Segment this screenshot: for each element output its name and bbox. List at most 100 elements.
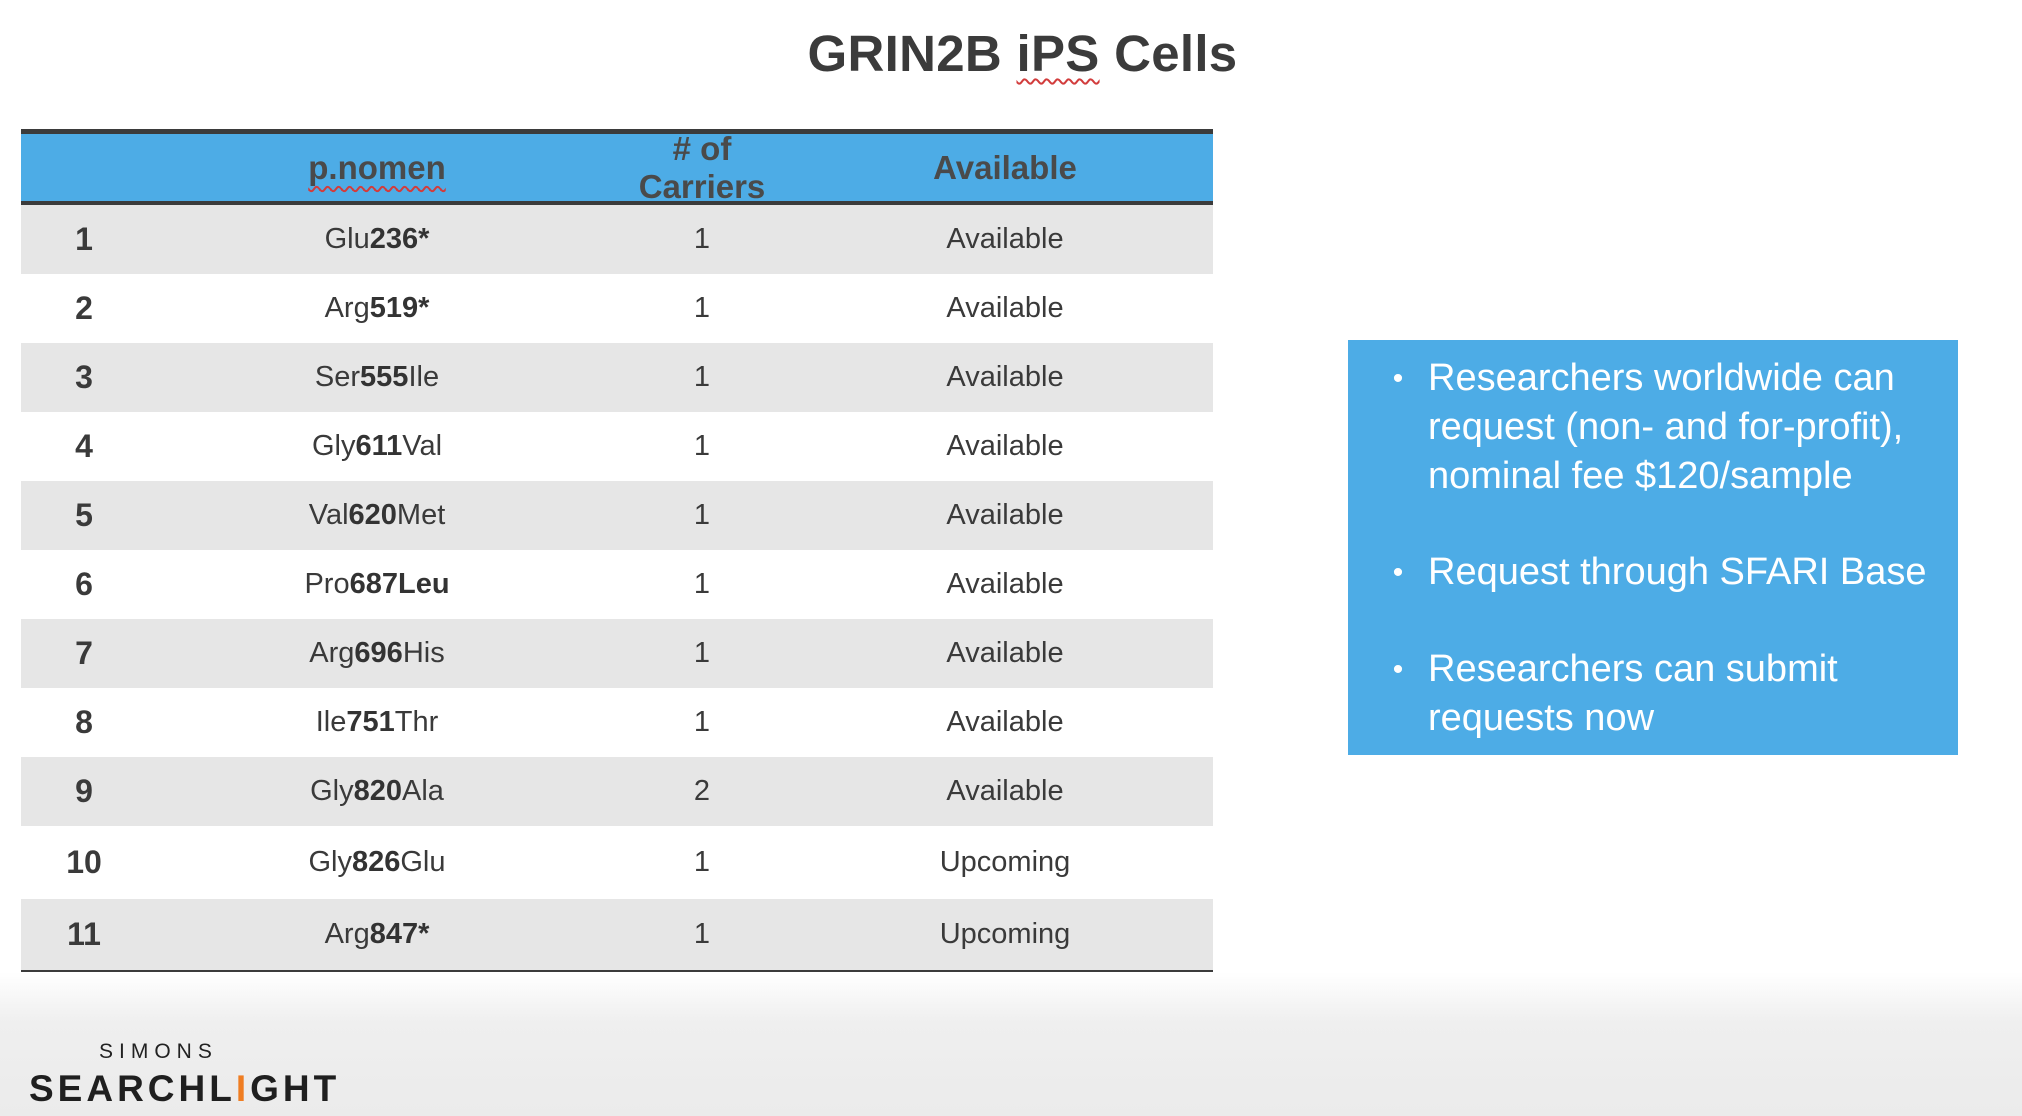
pnomen-post: Ile	[408, 361, 440, 393]
row-carriers: 1	[693, 568, 711, 600]
table-row: 6 Pro687Leu 1 Available	[21, 550, 1213, 619]
bullet-text: Researchers can submit requests now	[1428, 648, 1838, 739]
row-carriers: 1	[693, 223, 711, 255]
row-carriers: 2	[693, 775, 711, 807]
pnomen-pre: Gly	[310, 775, 354, 807]
row-carriers: 1	[693, 637, 711, 669]
pnomen-pos: 687	[349, 568, 398, 600]
pnomen-pre: Ile	[315, 706, 347, 738]
row-pnomen: Gly820Ala	[147, 775, 607, 808]
row-index: 8	[75, 704, 93, 740]
pnomen-pre: Ser	[314, 361, 361, 393]
row-pnomen: Gly611Val	[147, 430, 607, 463]
logo-part-a: SEARCHL	[29, 1068, 236, 1109]
row-carriers: 1	[693, 918, 711, 950]
row-index: 5	[75, 497, 93, 533]
pnomen-pre: Glu	[324, 223, 370, 255]
pnomen-post: Glu	[400, 846, 446, 878]
row-pnomen: Arg847*	[147, 918, 607, 951]
row-carriers: 1	[693, 706, 711, 738]
row-index: 2	[75, 290, 93, 326]
title-ips: iPS	[1016, 25, 1100, 82]
row-status: Available	[946, 223, 1064, 255]
row-carriers: 1	[693, 430, 711, 462]
pnomen-pre: Pro	[304, 568, 350, 600]
table-row: 5 Val620Met 1 Available	[21, 481, 1213, 550]
bullet-submit: • Researchers can submit requests now	[1368, 645, 1938, 743]
table-row: 2 Arg519* 1 Available	[21, 274, 1213, 343]
row-index: 3	[75, 359, 93, 395]
bullet-dot: •	[1392, 362, 1404, 395]
table-row: 10 Gly826Glu 1 Upcoming	[21, 826, 1213, 899]
pnomen-post: *	[418, 223, 430, 255]
row-index: 6	[75, 566, 93, 602]
row-pnomen: Ile751Thr	[147, 706, 607, 739]
pnomen-post: Ala	[401, 775, 444, 807]
bullet-text: Researchers worldwide can request (non- …	[1428, 357, 1904, 497]
row-status: Available	[946, 706, 1064, 738]
row-index: 11	[67, 916, 101, 952]
pnomen-pos: 236	[369, 223, 419, 255]
pnomen-pos: 611	[355, 430, 403, 462]
row-pnomen: Val620Met	[147, 499, 607, 532]
pnomen-pos: 826	[351, 846, 401, 878]
pnomen-pre: Val	[308, 499, 349, 531]
row-pnomen: Glu236*	[147, 223, 607, 256]
row-status: Available	[946, 637, 1064, 669]
pnomen-post: His	[402, 637, 445, 669]
row-index: 9	[75, 773, 93, 809]
logo-top-text: SIMONS	[99, 1040, 218, 1063]
simons-searchlight-logo: SIMONS SEARCHLIGHT	[29, 1040, 340, 1110]
pnomen-pre: Arg	[324, 292, 370, 324]
pnomen-pos: 847	[369, 918, 419, 950]
table-row: 1 Glu236* 1 Available	[21, 205, 1213, 274]
variant-table: p.nomen # of Carriers Available 1 Glu236*…	[21, 129, 1213, 974]
row-status: Available	[946, 292, 1064, 324]
bullet-request: • Request through SFARI Base	[1368, 548, 1938, 645]
row-carriers: 1	[693, 361, 711, 393]
row-status: Upcoming	[939, 918, 1071, 950]
table-row: 7 Arg696His 1 Available	[21, 619, 1213, 688]
row-status: Available	[946, 775, 1064, 807]
table-row: 9 Gly820Ala 2 Available	[21, 757, 1213, 826]
row-index: 7	[75, 635, 93, 671]
row-index: 10	[66, 844, 102, 880]
row-pnomen: Arg519*	[147, 292, 607, 325]
pnomen-pre: Gly	[311, 430, 356, 462]
pnomen-post: Met	[396, 499, 446, 531]
bullet-dot: •	[1392, 556, 1404, 589]
row-index: 1	[75, 221, 93, 257]
slide-title: GRIN2B iPS Cells	[0, 24, 2022, 83]
row-pnomen: Arg696His	[147, 637, 607, 670]
pnomen-pos: 620	[348, 499, 397, 531]
row-pnomen: Ser555Ile	[147, 361, 607, 394]
logo-part-b: GHT	[250, 1068, 341, 1109]
logo-main-text: SEARCHLIGHT	[29, 1068, 340, 1110]
header-pnomen-text: p.nomen	[308, 148, 446, 186]
bullet-fee: • Researchers worldwide can request (non…	[1368, 354, 1938, 548]
table-row: 8 Ile751Thr 1 Available	[21, 688, 1213, 757]
pnomen-post: Thr	[394, 706, 439, 738]
row-index: 4	[75, 428, 93, 464]
table-row: 3 Ser555Ile 1 Available	[21, 343, 1213, 412]
row-status: Upcoming	[939, 846, 1071, 878]
table-body: 1 Glu236* 1 Available 2 Arg519* 1 Available 3 Ser…	[21, 205, 1213, 970]
pnomen-pos: 555	[360, 361, 409, 393]
pnomen-pos: 820	[353, 775, 402, 807]
table-row: 11 Arg847* 1 Upcoming	[21, 899, 1213, 970]
row-pnomen: Pro687Leu	[147, 568, 607, 601]
table-row: 4 Gly611Val 1 Available	[21, 412, 1213, 481]
pnomen-post: Val	[402, 430, 443, 462]
bullet-text: Request through SFARI Base	[1428, 551, 1927, 593]
pnomen-post: *	[418, 918, 430, 950]
row-carriers: 1	[693, 499, 711, 531]
pnomen-post: Leu	[397, 568, 450, 600]
header-available: Available	[933, 148, 1077, 186]
row-status: Available	[946, 361, 1064, 393]
row-carriers: 1	[693, 846, 711, 878]
info-box: • Researchers worldwide can request (non…	[1348, 340, 1958, 755]
row-status: Available	[946, 430, 1064, 462]
title-gene: GRIN2B	[807, 25, 1017, 82]
pnomen-pre: Arg	[324, 918, 370, 950]
pnomen-pos: 696	[354, 637, 403, 669]
